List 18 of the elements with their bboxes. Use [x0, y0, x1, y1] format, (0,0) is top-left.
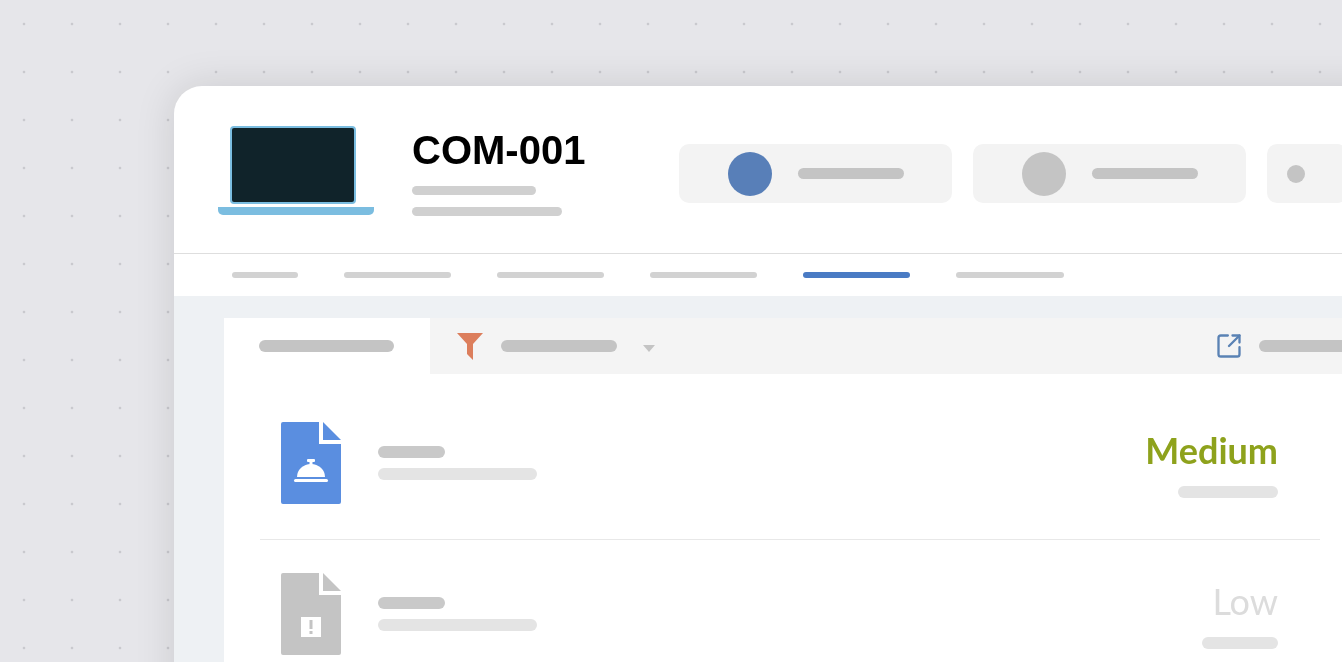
laptop-icon	[218, 126, 374, 216]
funnel-icon	[457, 332, 483, 360]
document-warning-icon	[281, 573, 341, 655]
document-bell-icon	[281, 421, 341, 504]
tab[interactable]	[497, 272, 604, 278]
status-pill[interactable]	[1267, 144, 1342, 203]
tab[interactable]	[956, 272, 1064, 278]
device-title: COM-001	[412, 127, 586, 174]
tab[interactable]	[650, 272, 757, 278]
tab[interactable]	[803, 272, 910, 278]
status-pill[interactable]	[679, 144, 953, 203]
caret-icon	[643, 344, 655, 352]
priority-label: Medium	[1145, 427, 1278, 472]
view-tab[interactable]	[224, 318, 430, 374]
tab[interactable]	[344, 272, 451, 278]
external-link-icon[interactable]	[1215, 332, 1243, 360]
tab[interactable]	[232, 272, 298, 278]
status-pill[interactable]	[973, 144, 1247, 203]
